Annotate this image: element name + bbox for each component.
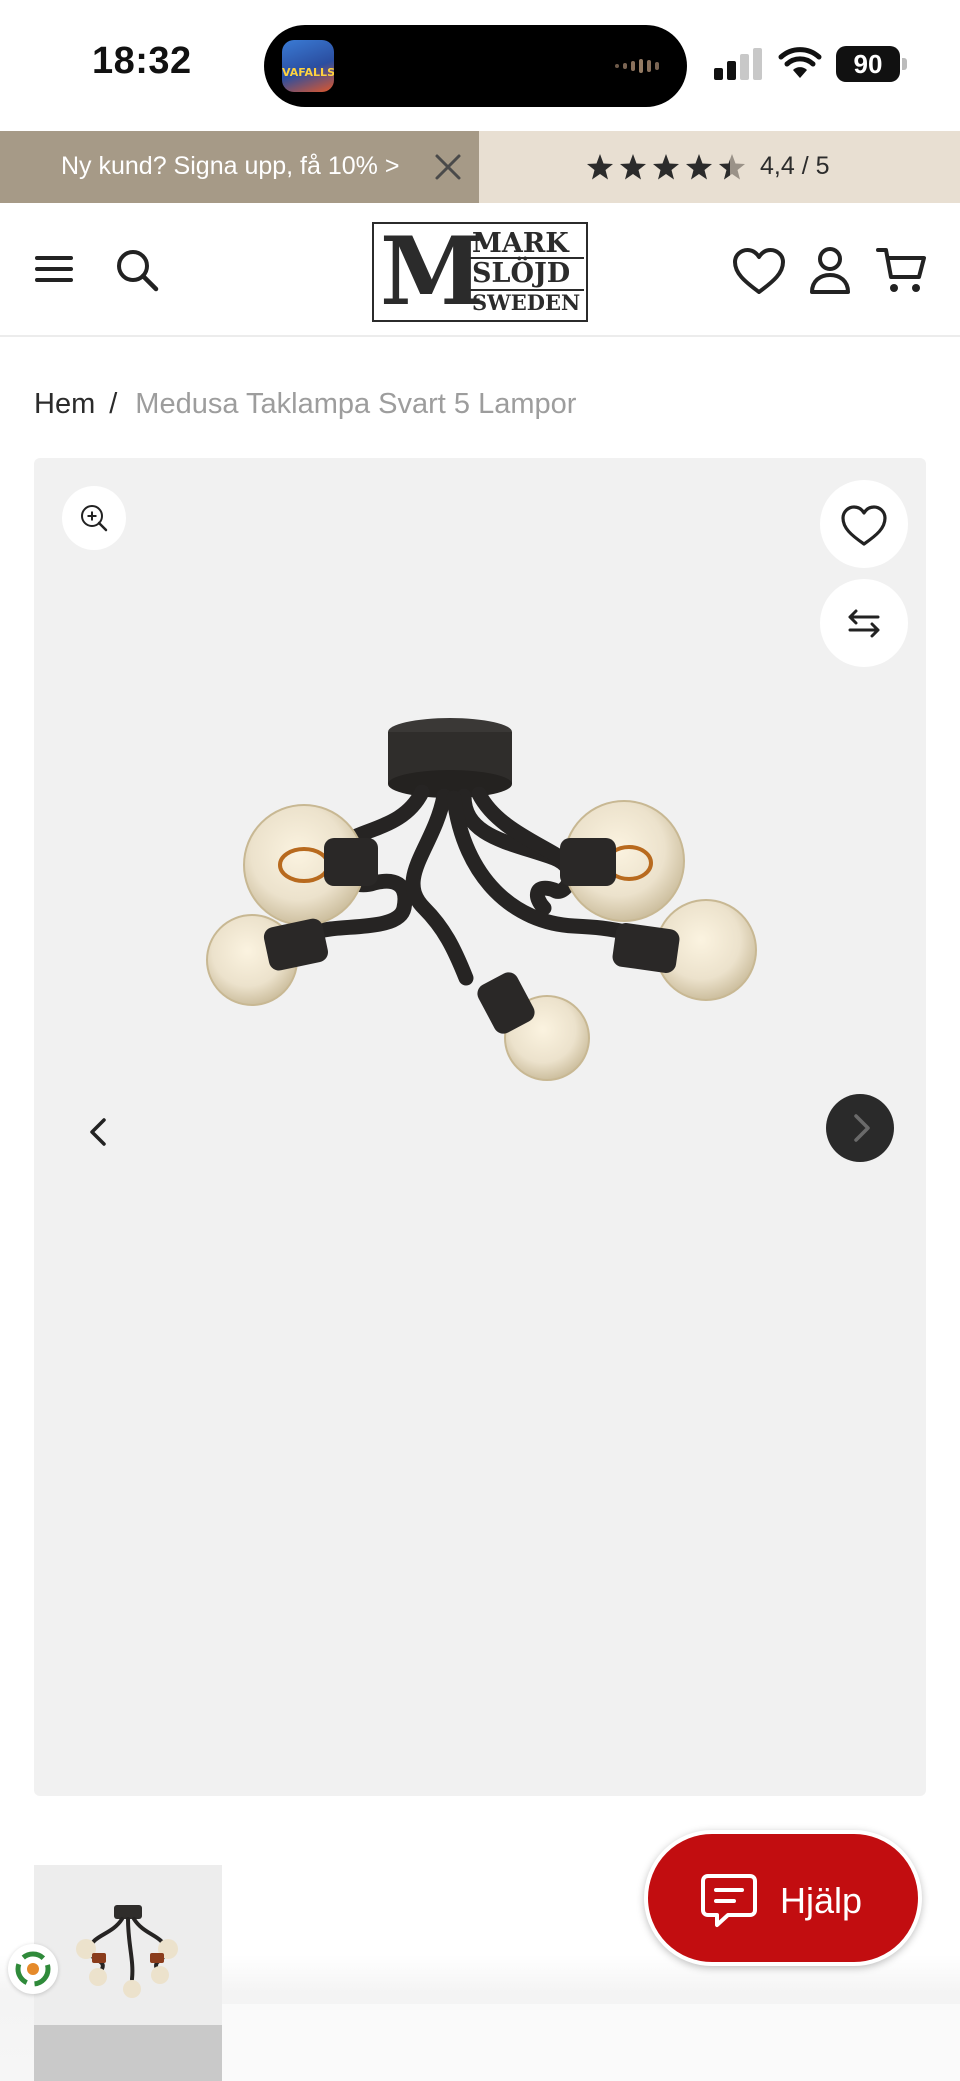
cellular-signal-icon: [714, 48, 762, 80]
dynamic-island: VAFALLS: [264, 25, 687, 107]
signup-promo-text[interactable]: Ny kund? Signa upp, få 10% >: [61, 152, 399, 181]
live-activity-app-icon: VAFALLS: [282, 40, 334, 92]
wifi-icon: [778, 47, 822, 78]
chevron-left-icon[interactable]: [82, 1108, 114, 1156]
battery-body: 90: [836, 46, 900, 82]
eco-badge[interactable]: [8, 1944, 58, 1994]
compare-button[interactable]: [820, 579, 908, 667]
thumbnail-lamp-image: [76, 1905, 178, 1998]
cart-icon[interactable]: [876, 245, 928, 295]
status-time: 18:32: [92, 40, 192, 82]
promo-banner: Ny kund? Signa upp, få 10% > 4,4 / 5: [0, 131, 960, 203]
logo-letter: M: [380, 217, 485, 327]
breadcrumb-current: Medusa Taklampa Svart 5 Lampor: [135, 388, 577, 420]
help-label: Hjälp: [780, 1880, 863, 1921]
zoom-button[interactable]: [62, 486, 126, 550]
chevron-right-icon: [854, 1114, 870, 1142]
rating-summary[interactable]: 4,4 / 5: [479, 131, 960, 203]
product-image[interactable]: [154, 708, 794, 1148]
breadcrumb-separator: /: [109, 388, 118, 420]
wishlist-heart-icon[interactable]: [732, 247, 786, 297]
rating-stars-icon: [587, 154, 745, 180]
close-icon[interactable]: [434, 153, 462, 181]
zoom-in-icon: [81, 505, 108, 532]
battery-indicator: 90: [836, 46, 908, 82]
product-image-gallery[interactable]: [34, 458, 926, 1796]
signup-promo[interactable]: Ny kund? Signa upp, få 10% >: [0, 131, 479, 203]
logo-line-2: SLÖJD: [472, 258, 571, 289]
account-user-icon[interactable]: [808, 245, 852, 295]
breadcrumb-home-link[interactable]: Hem: [34, 388, 95, 420]
status-bar: 18:32 VAFALLS 90: [0, 0, 960, 131]
breadcrumb: Hem / Medusa Taklampa Svart 5 Lampor: [34, 388, 576, 428]
rating-score: 4,4 / 5: [760, 152, 830, 180]
audio-wave-icon: [615, 59, 659, 73]
recycle-icon: [15, 1951, 51, 1987]
next-image-button[interactable]: [826, 1094, 894, 1162]
search-icon[interactable]: [114, 247, 160, 293]
add-to-wishlist-button[interactable]: [820, 480, 908, 568]
thumbnail-floor: [34, 2025, 222, 2081]
battery-level: 90: [853, 49, 883, 79]
help-chat-button[interactable]: Hjälp: [644, 1830, 922, 1966]
battery-cap: [902, 58, 907, 70]
site-header: M MARK SLÖJD SWEDEN: [0, 203, 960, 337]
heart-icon: [841, 505, 887, 546]
product-thumbnail[interactable]: [34, 1865, 222, 2081]
logo-line-3: SWEDEN: [472, 290, 581, 315]
bottom-toolbar: [222, 2004, 960, 2081]
chat-bubble-icon: [701, 1874, 757, 1927]
site-logo[interactable]: M MARK SLÖJD SWEDEN: [372, 222, 588, 322]
logo-line-1: MARK: [472, 228, 569, 259]
compare-arrows-icon: [848, 609, 880, 638]
live-activity-app-label: VAFALLS: [282, 66, 334, 79]
menu-icon[interactable]: [34, 249, 74, 289]
